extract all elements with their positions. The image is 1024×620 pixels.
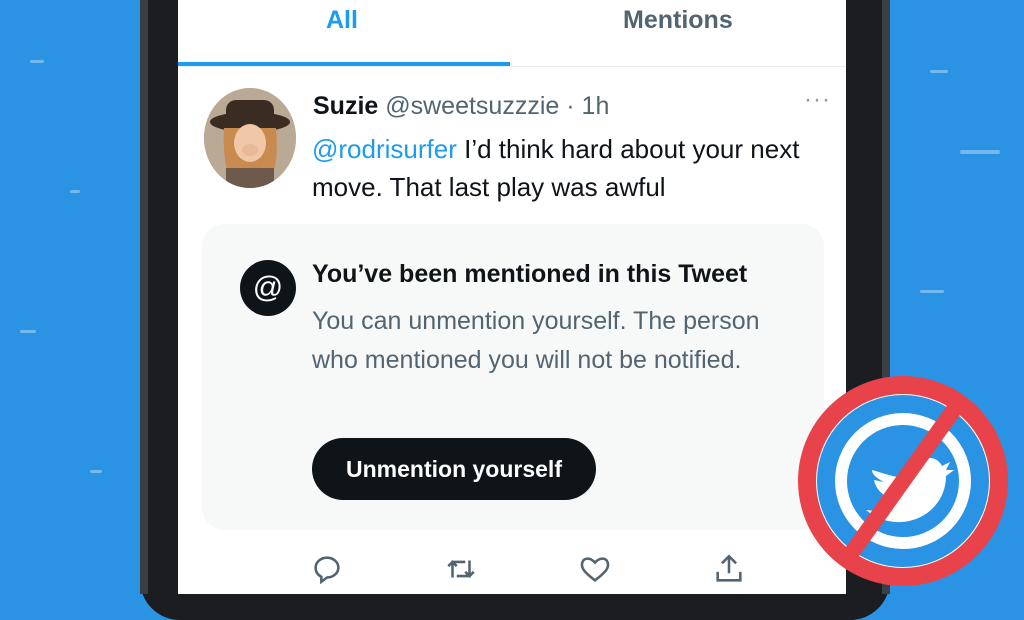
author-handle[interactable]: @sweetsuzzzie — [385, 92, 559, 120]
author-name[interactable]: Suzie — [313, 92, 378, 120]
reply-icon[interactable] — [310, 552, 344, 586]
background-speck — [930, 70, 948, 73]
tab-all[interactable]: All — [326, 6, 358, 35]
tweet-time: 1h — [581, 92, 610, 120]
tweet-text: @rodrisurfer I’d think hard about your n… — [312, 130, 812, 206]
mention-link[interactable]: @rodrisurfer — [312, 134, 457, 164]
active-tab-indicator — [178, 62, 510, 66]
background-speck — [30, 60, 44, 63]
notice-title: You’ve been mentioned in this Tweet — [312, 260, 748, 288]
background-speck — [70, 190, 80, 193]
notice-text: You can unmention yourself. The person w… — [312, 307, 760, 374]
more-icon[interactable]: ··· — [804, 86, 831, 114]
share-icon[interactable] — [712, 552, 746, 586]
retweet-icon[interactable] — [444, 552, 478, 586]
phone-edge — [140, 0, 148, 594]
no-mention-logo-icon — [798, 376, 1008, 586]
dot-separator: · — [566, 92, 575, 120]
avatar[interactable] — [204, 88, 296, 188]
like-icon[interactable] — [578, 552, 612, 586]
tweet-action-bar — [178, 548, 846, 594]
tweet-header: Suzie @sweetsuzzzie · 1h — [313, 92, 609, 121]
phone-screen: All Mentions Suzie @sweetsuzzzie · 1h ··… — [178, 0, 846, 594]
unmention-yourself-button[interactable]: Unmention yourself — [312, 438, 596, 500]
at-icon: @ — [240, 260, 296, 316]
tab-mentions[interactable]: Mentions — [623, 6, 733, 35]
background-speck — [960, 150, 1000, 154]
notification-tabs: All Mentions — [178, 0, 846, 67]
background-speck — [90, 470, 102, 473]
unmention-notice-card: @ You’ve been mentioned in this Tweet Yo… — [202, 224, 824, 530]
background-speck — [20, 330, 36, 333]
background-speck — [920, 290, 944, 293]
